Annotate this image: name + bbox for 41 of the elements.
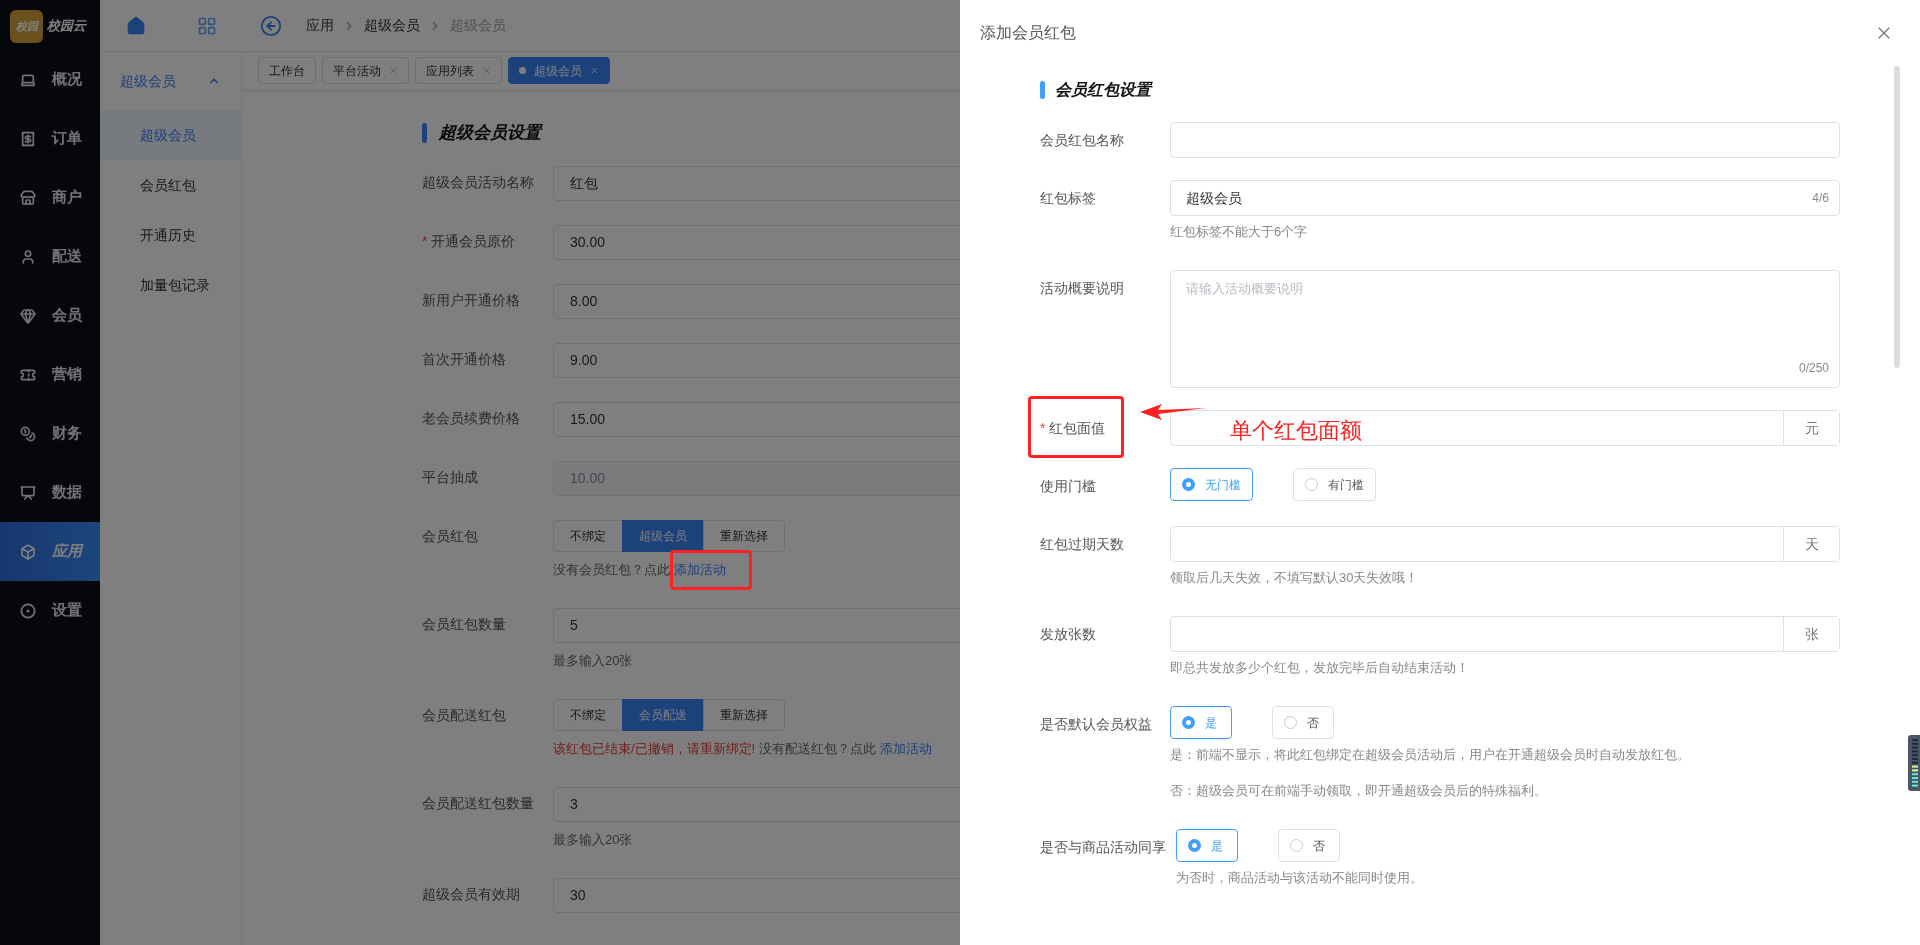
field-label: 老会员续费价格 [422, 409, 520, 428]
field-label: 会员红包名称 [1040, 130, 1124, 150]
error-text: 该红包已结束/已撤销，请重新绑定! [553, 739, 756, 758]
field-label: 是否默认会员权益 [1040, 714, 1152, 734]
char-counter: 4/6 [1812, 190, 1830, 207]
field-label: 会员红包数量 [422, 615, 506, 634]
field-label: 会员红包 [422, 527, 478, 546]
unit-suffix: 元 [1783, 411, 1839, 445]
field-label: * 红包面值 [1040, 418, 1106, 438]
field-label: 超级会员有效期 [422, 885, 520, 904]
char-counter: 0/250 [1798, 360, 1829, 377]
hint-text: 最多输入20张 [553, 651, 633, 670]
field-label: 会员配送红包数量 [422, 794, 534, 813]
placeholder-text: 请输入活动概要说明 [1186, 280, 1303, 298]
hint-text: 即总共发放多少个红包，发放完毕后自动结束活动！ [1170, 659, 1470, 677]
field-label: 发放张数 [1040, 624, 1096, 644]
hint-text: 红包标签不能大于6个字 [1170, 223, 1309, 241]
hint-text: 否：超级会员可在前端手动领取，即开通超级会员后的特殊福利。 [1170, 782, 1548, 800]
hint-text: 没有配送红包？点此 [759, 739, 877, 758]
section-title: 会员红包设置 [1055, 80, 1151, 100]
unit-suffix: 张 [1783, 617, 1839, 651]
hint-text: 领取后几天失效，不填写默认30天失效哦！ [1170, 569, 1420, 587]
field-label: 首次开通价格 [422, 350, 506, 369]
logo-mark: 校园 [10, 9, 43, 43]
hint-text: 为否时，商品活动与该活动不能同时使用。 [1176, 869, 1424, 887]
field-label: 红包过期天数 [1040, 534, 1124, 554]
unit-suffix: 天 [1783, 527, 1839, 561]
hint-text: 最多输入20张 [553, 830, 633, 849]
field-label: 使用门槛 [1040, 476, 1096, 496]
field-label: 是否与商品活动同享 [1040, 837, 1166, 857]
field-label: * 开通会员原价 [422, 232, 516, 251]
field-label: 超级会员活动名称 [422, 173, 534, 192]
app-name: 校园云 [47, 17, 86, 36]
drawer-title: 添加会员红包 [980, 23, 1076, 43]
hint-text: 没有会员红包？点此 [553, 560, 670, 579]
field-label: 会员配送红包 [422, 706, 506, 725]
field-label: 新用户开通价格 [422, 291, 520, 310]
field-label: 平台抽成 [422, 468, 478, 487]
hint-text: 是：前端不显示，将此红包绑定在超级会员活动后，用户在开通超级会员时自动发放红包。 [1170, 746, 1691, 764]
annotation-text: 单个红包面额 [1230, 417, 1362, 445]
section-title: 超级会员设置 [439, 122, 541, 144]
